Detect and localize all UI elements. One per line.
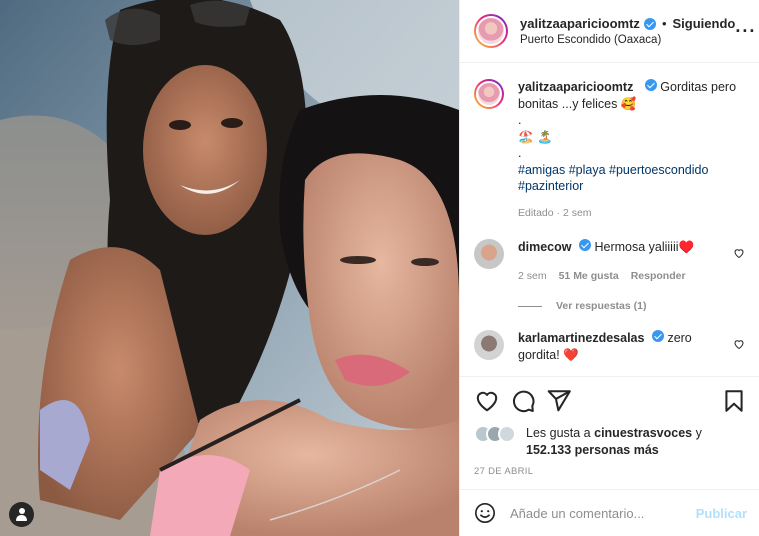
verified-badge-icon: [643, 17, 656, 30]
comment-item: dimecow Hermosa yaliiiii♥️ 2 sem 51 Me g…: [474, 239, 745, 284]
caption-line: .: [518, 113, 522, 127]
liker-username[interactable]: cinuestrasvoces: [594, 426, 692, 440]
caption-hashtags[interactable]: #amigas #playa #puertoescondido #pazinte…: [518, 162, 738, 195]
commenter-avatar[interactable]: [474, 330, 504, 360]
comment-composer: Publicar: [460, 489, 759, 536]
post-header: yalitzaaparicioomtz • Siguiendo Puerto E…: [460, 0, 759, 63]
emoji-icon[interactable]: [474, 502, 496, 524]
comment-like-heart-icon[interactable]: [733, 338, 745, 350]
likes-prefix: Les gusta a: [526, 426, 591, 440]
commenter-avatar[interactable]: [474, 239, 504, 269]
caption-line: .: [518, 146, 522, 160]
more-horizontal-icon[interactable]: ···: [735, 21, 755, 42]
liker-avatar: [498, 425, 516, 443]
separator-dot: •: [661, 16, 667, 31]
comment-likes[interactable]: 51 Me gusta: [559, 268, 619, 285]
replies-divider: [518, 305, 542, 307]
post-actions: Les gusta a cinuestrasvoces y 152.133 pe…: [460, 376, 759, 489]
comment-meta: 2 sem 51 Me gusta Responder: [518, 268, 733, 285]
action-icons: [474, 387, 747, 415]
reply-button[interactable]: Responder: [631, 268, 686, 285]
caption-edited: Editado · 2 sem: [518, 206, 592, 219]
author-avatar[interactable]: [474, 14, 508, 48]
likes-conj: y: [695, 426, 702, 440]
verified-badge-icon: [578, 239, 591, 251]
caption-author-avatar[interactable]: [474, 79, 504, 109]
bookmark-icon[interactable]: [721, 388, 747, 414]
commenter-username[interactable]: dimecow: [518, 240, 572, 254]
commenter-username[interactable]: karlamartinezdesalas: [518, 331, 644, 345]
comment-time[interactable]: 2 sem: [518, 268, 547, 285]
view-replies-label: Ver respuestas (1): [556, 300, 647, 312]
post-photo[interactable]: [0, 0, 459, 536]
comment-like-heart-icon[interactable]: [733, 247, 745, 259]
post-date[interactable]: 27 DE ABRIL: [474, 466, 747, 477]
post-location[interactable]: Puerto Escondido (Oaxaca): [520, 34, 735, 46]
comment-icon[interactable]: [510, 388, 536, 414]
author-info: yalitzaaparicioomtz • Siguiendo Puerto E…: [520, 16, 735, 46]
share-icon[interactable]: [546, 388, 572, 414]
author-username[interactable]: yalitzaaparicioomtz: [520, 16, 640, 31]
comment-text: Hermosa yaliiiii♥️: [594, 240, 695, 254]
caption-emoji-line: 🏖️ 🏝️: [518, 129, 553, 144]
liker-avatars[interactable]: [474, 425, 520, 445]
post-side-panel: yalitzaaparicioomtz • Siguiendo Puerto E…: [459, 0, 759, 536]
likes-summary: Les gusta a cinuestrasvoces y 152.133 pe…: [474, 425, 747, 458]
post-caption: yalitzaaparicioomtz Gorditas pero bonita…: [474, 79, 745, 221]
publish-button[interactable]: Publicar: [696, 506, 747, 521]
beach-selfie-image: [0, 0, 459, 536]
caption-username[interactable]: yalitzaaparicioomtz: [518, 80, 633, 94]
comment-input[interactable]: [510, 505, 696, 521]
view-replies-button[interactable]: Ver respuestas (1): [518, 300, 745, 312]
comment-item: karlamartinezdesalas zero gordita! ❤️: [474, 330, 745, 363]
tagged-users-button[interactable]: [9, 502, 34, 527]
verified-badge-icon: [644, 79, 657, 91]
comment-emoji: ❤️: [563, 347, 579, 362]
heart-icon[interactable]: [474, 388, 500, 414]
verified-badge-icon: [651, 330, 664, 342]
following-button[interactable]: Siguiendo: [673, 16, 736, 31]
post-modal: yalitzaaparicioomtz • Siguiendo Puerto E…: [0, 0, 759, 536]
likes-count[interactable]: 152.133 personas más: [526, 443, 659, 457]
comments-list[interactable]: yalitzaaparicioomtz Gorditas pero bonita…: [460, 63, 759, 376]
